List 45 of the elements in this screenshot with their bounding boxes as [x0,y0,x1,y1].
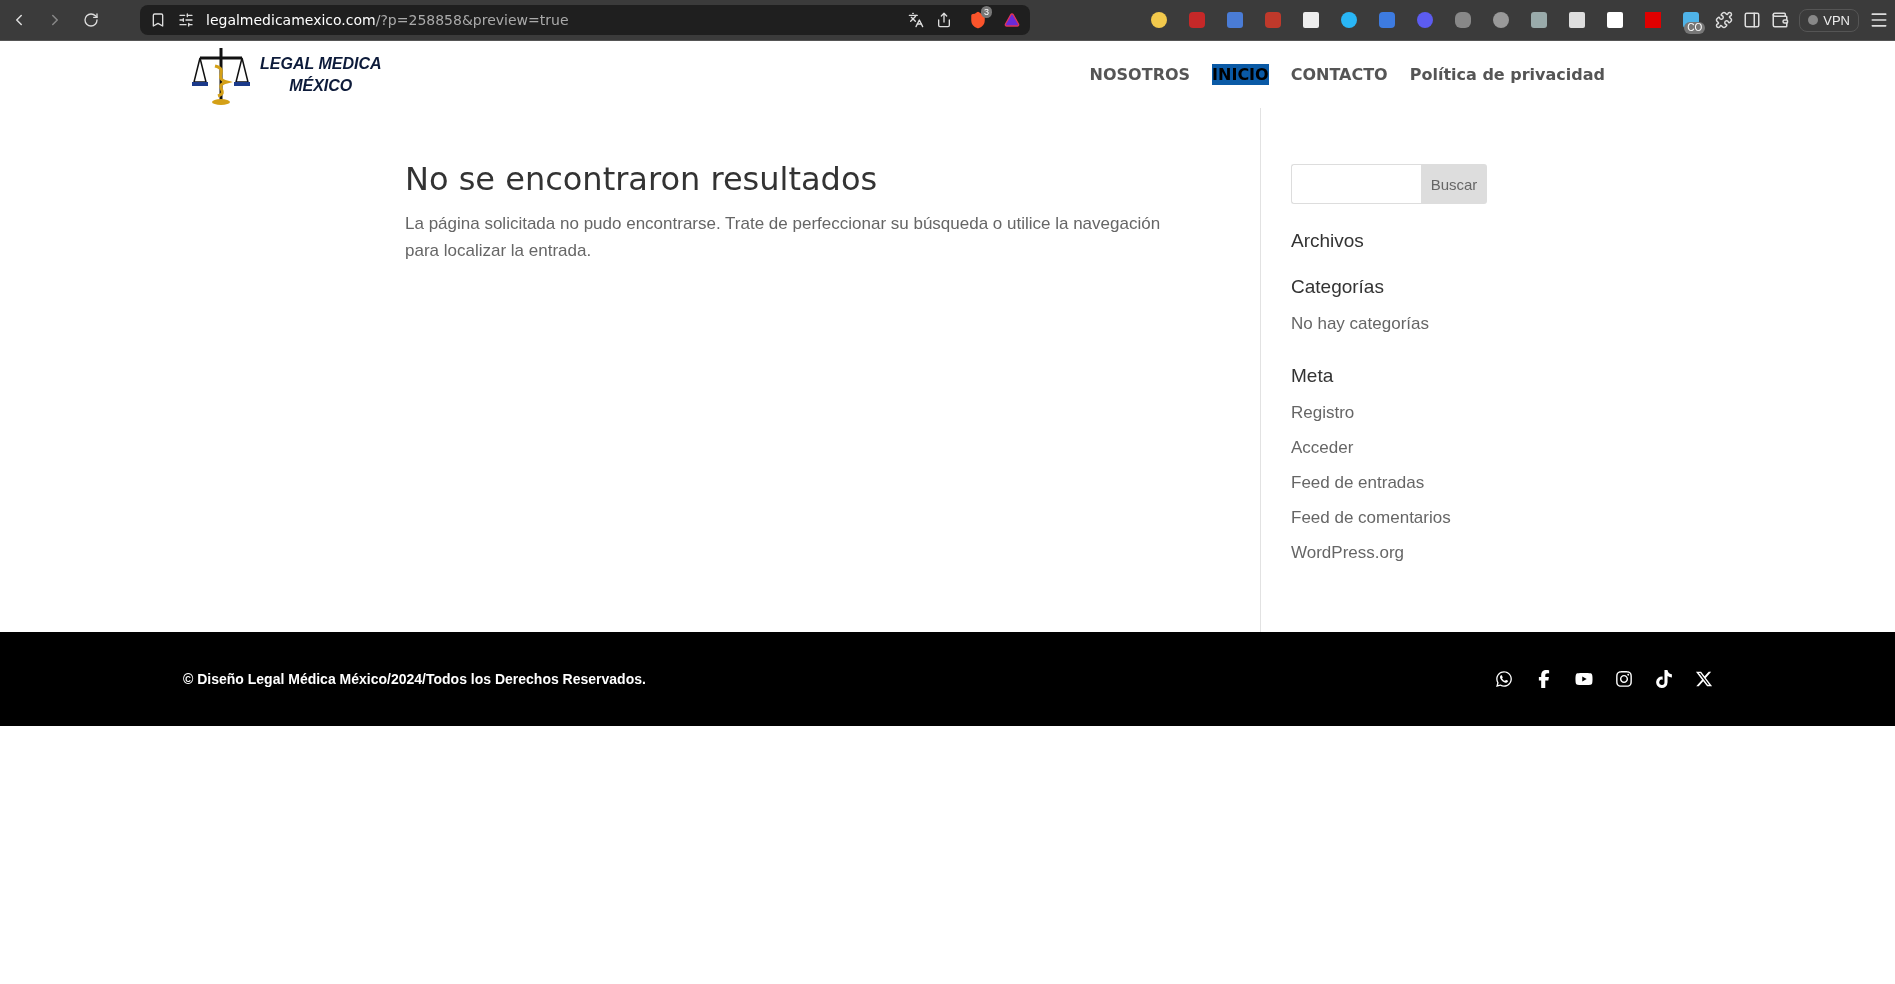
extension-icon[interactable] [1341,12,1358,28]
widget-title: Categorías [1291,276,1385,298]
instagram-icon[interactable] [1615,670,1633,688]
extension-with-badge[interactable]: CO [1677,6,1706,34]
search-field[interactable] [1291,164,1421,204]
widget-link[interactable]: Registro [1291,395,1531,430]
logo-text[interactable]: LEGAL MEDICA MÉXICO [260,52,382,97]
site-settings-icon[interactable] [178,12,194,28]
x-icon[interactable] [1695,670,1713,688]
wallet-icon[interactable] [1771,11,1790,29]
nav-link[interactable]: Política de privacidad [1409,64,1605,85]
bookmark-icon[interactable] [150,12,166,28]
widget-title: Archivos [1291,230,1365,252]
nav-link[interactable]: NOSOTROS [1089,64,1191,85]
menu-icon[interactable] [1869,10,1889,30]
youtube-icon[interactable] [1575,670,1593,688]
sidebar-icon[interactable] [1743,11,1762,29]
not-found-message: La página solicitada no pudo encontrarse. Trate de perfeccionar su búsqueda o utilice la navegación para localizar la entrada. [405,213,1162,262]
nav-link[interactable]: CONTACTO [1290,64,1388,85]
reload-icon[interactable] [83,12,99,28]
widget-link[interactable]: No hay categorías [1291,306,1531,341]
copyright-text: © Diseño Legal Médica México/2024/Todos los Derechos Reservados. [183,671,646,687]
whatsapp-icon[interactable] [1495,670,1513,688]
shield-extension[interactable]: 3 [964,6,992,34]
widget-link[interactable]: WordPress.org [1291,535,1531,570]
address-bar[interactable]: legalmedicamexico.com/?p=258858&preview=true 3 [140,5,1030,35]
url-text: legalmedicamexico.com/?p=258858&preview=true [206,12,570,28]
widget-link[interactable]: Acceder [1291,430,1531,465]
vpn-button[interactable]: VPN [1799,8,1859,32]
extension-icon[interactable] [1531,12,1548,28]
extension-icon[interactable] [1303,12,1320,28]
share-icon[interactable] [936,12,952,28]
extension-icon[interactable] [1151,12,1168,28]
extension-icon[interactable] [1569,12,1586,28]
extensions-icon[interactable] [1715,11,1734,29]
translate-icon[interactable] [908,12,924,28]
nav-link[interactable]: INICIO [1212,64,1269,85]
widget-title: Meta [1291,365,1335,387]
tiktok-icon[interactable] [1655,670,1673,688]
search-button[interactable]: Buscar [1421,164,1487,204]
extension-icon[interactable] [1607,12,1624,28]
widget-link[interactable]: Feed de comentarios [1291,500,1531,535]
page-heading: No se encontraron resultados [405,160,879,198]
triangle-icon[interactable] [1004,12,1020,28]
widget-link[interactable]: Feed de entradas [1291,465,1531,500]
